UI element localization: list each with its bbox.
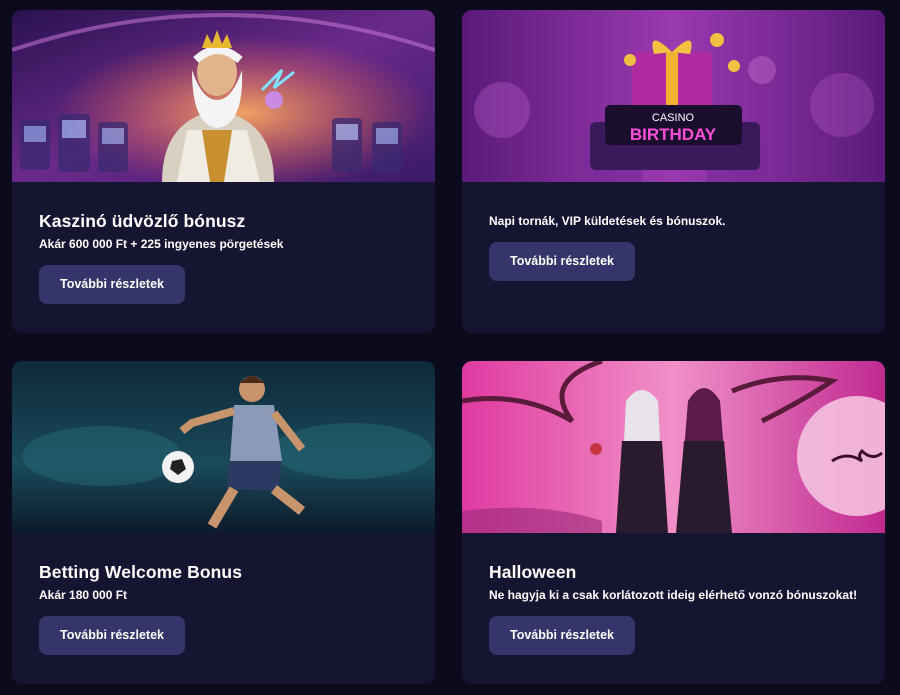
halloween-promo-image xyxy=(462,361,885,533)
birthday-promo-image: CASINO BIRTHDAY xyxy=(462,10,885,182)
birthday-headline-text: BIRTHDAY xyxy=(630,125,717,144)
promo-card-halloween: Halloween Ne hagyja ki a csak korlátozot… xyxy=(462,361,885,684)
more-details-button[interactable]: További részletek xyxy=(39,616,185,655)
zeus-promo-image xyxy=(12,10,435,182)
card-body: Kaszinó üdvözlő bónusz Akár 600 000 Ft +… xyxy=(39,182,415,333)
card-body: Napi tornák, VIP küldetések és bónuszok.… xyxy=(489,182,865,333)
promo-card-betting-welcome: Betting Welcome Bonus Akár 180 000 Ft To… xyxy=(12,361,435,684)
card-subtitle: Akár 600 000 Ft + 225 ingyenes pörgetése… xyxy=(39,237,284,251)
more-details-button[interactable]: További részletek xyxy=(489,616,635,655)
more-details-button[interactable]: További részletek xyxy=(39,265,185,304)
card-body: Betting Welcome Bonus Akár 180 000 Ft To… xyxy=(39,533,415,684)
football-promo-image xyxy=(12,361,435,533)
card-title: Kaszinó üdvözlő bónusz xyxy=(39,211,246,231)
card-subtitle: Akár 180 000 Ft xyxy=(39,588,128,602)
promo-card-casino-welcome: Kaszinó üdvözlő bónusz Akár 600 000 Ft +… xyxy=(12,10,435,333)
more-details-button[interactable]: További részletek xyxy=(489,242,635,281)
promotions-grid: Kaszinó üdvözlő bónusz Akár 600 000 Ft +… xyxy=(0,0,900,695)
card-subtitle: Napi tornák, VIP küldetések és bónuszok. xyxy=(489,214,726,228)
birthday-brand-text: CASINO xyxy=(652,112,695,124)
card-title: Halloween xyxy=(489,562,577,582)
promo-card-birthday: CASINO BIRTHDAY Napi tornák, VIP küldeté… xyxy=(462,10,885,333)
card-body: Halloween Ne hagyja ki a csak korlátozot… xyxy=(489,533,865,684)
card-subtitle: Ne hagyja ki a csak korlátozott ideig el… xyxy=(489,588,858,602)
card-title: Betting Welcome Bonus xyxy=(39,562,243,582)
